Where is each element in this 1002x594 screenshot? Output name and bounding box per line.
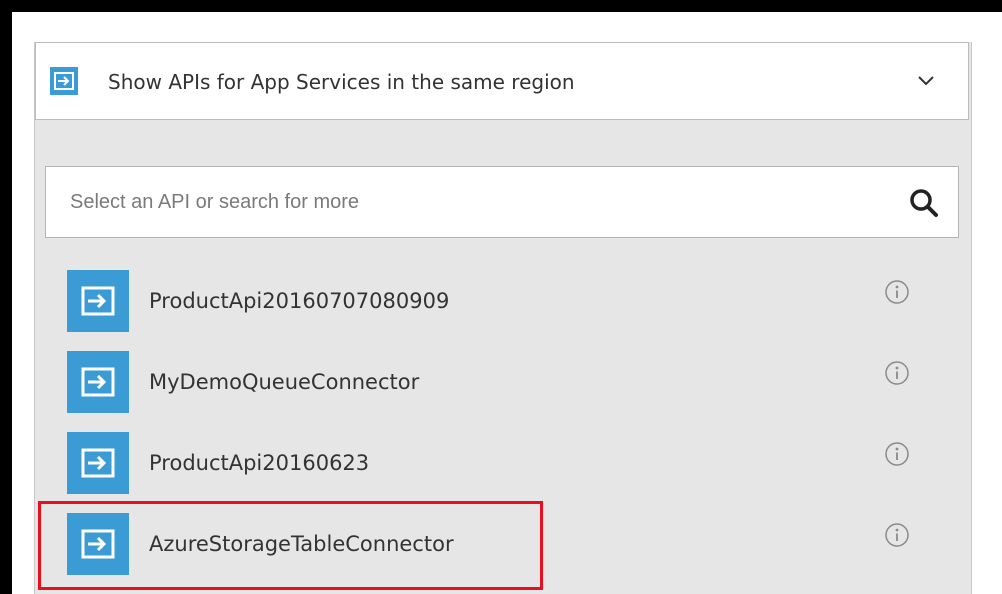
api-name: ProductApi20160707080909 (149, 289, 450, 313)
region-filter-label: Show APIs for App Services in the same r… (108, 70, 575, 94)
api-list-item[interactable]: ProductApi20160623 (35, 424, 969, 504)
api-app-icon (67, 270, 129, 332)
api-search-input[interactable] (46, 167, 886, 237)
api-name: ProductApi20160623 (149, 451, 370, 475)
info-icon[interactable] (883, 521, 911, 549)
api-name: AzureStorageTableConnector (149, 532, 454, 556)
screenshot-frame: Show APIs for App Services in the same r… (12, 12, 1002, 594)
info-icon[interactable] (883, 359, 911, 387)
api-list-item[interactable]: AzureStorageTableConnector (35, 505, 969, 585)
api-app-icon (67, 432, 129, 494)
api-app-icon (50, 67, 78, 95)
api-search-box (45, 166, 959, 238)
search-icon[interactable] (906, 185, 942, 221)
api-app-icon (67, 513, 129, 575)
region-filter-dropdown[interactable]: Show APIs for App Services in the same r… (35, 42, 969, 120)
chevron-down-icon[interactable] (914, 69, 938, 93)
api-picker-panel: Show APIs for App Services in the same r… (34, 42, 972, 594)
info-icon[interactable] (883, 278, 911, 306)
api-app-icon (67, 351, 129, 413)
api-list-item[interactable]: MyDemoQueueConnector (35, 343, 969, 423)
api-name: MyDemoQueueConnector (149, 370, 420, 394)
info-icon[interactable] (883, 440, 911, 468)
api-list-item[interactable]: ProductApi20160707080909 (35, 262, 969, 342)
